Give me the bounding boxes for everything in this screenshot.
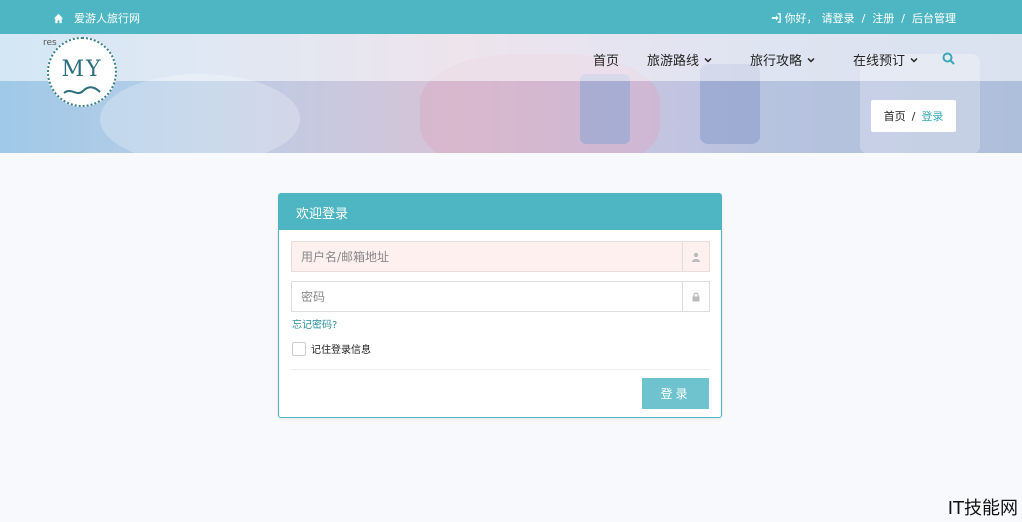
nav-item-label: 首页 [593, 54, 620, 69]
remember-checkbox[interactable] [292, 341, 306, 356]
logo-mark: res [43, 38, 57, 48]
separator: / [861, 11, 866, 25]
nav-item-label: 旅游路线 [647, 54, 700, 69]
home-icon [53, 13, 64, 23]
banner-decoration [580, 74, 630, 144]
greeting-text: 你好， [784, 12, 818, 25]
nav-item-guides[interactable]: 旅行攻略 [750, 50, 815, 69]
lock-icon-addon [682, 282, 709, 311]
lock-icon [692, 291, 700, 301]
separator: / [901, 11, 905, 25]
username-field [291, 241, 710, 272]
divider [291, 369, 710, 370]
admin-link[interactable]: 后台管理 [912, 10, 956, 26]
logo-wave-icon [63, 86, 101, 94]
username-input[interactable] [292, 242, 682, 271]
user-icon [692, 252, 700, 262]
top-bar: 爱游人旅行网 你好， 请登录 / 注册 / 后台管理 [0, 0, 1022, 34]
main-nav: 首页 旅游路线 旅行攻略 在线预订 [0, 50, 1022, 69]
register-link[interactable]: 注册 [872, 10, 894, 26]
forgot-password-link[interactable]: 忘记密码? [292, 316, 337, 331]
nav-item-home[interactable]: 首页 [593, 50, 619, 69]
remember-label: 记住登录信息 [311, 345, 371, 356]
password-field [291, 281, 710, 312]
banner-decoration [100, 74, 300, 153]
watermark: IT技能网 [947, 498, 1018, 519]
login-link[interactable]: 请登录 [822, 10, 855, 26]
login-panel: 欢迎登录 忘记密码? 记住登录信息 登录 [278, 193, 722, 418]
login-panel-title: 欢迎登录 [279, 194, 721, 230]
chevron-down-icon [910, 57, 918, 63]
user-icon-addon [682, 242, 709, 271]
password-input[interactable] [292, 282, 682, 311]
chevron-down-icon [807, 57, 815, 63]
sign-in-icon [771, 13, 781, 23]
nav-item-label: 在线预订 [853, 54, 906, 69]
search-icon[interactable] [942, 52, 955, 65]
nav-item-label: 旅行攻略 [750, 54, 803, 69]
breadcrumb-current: 登录 [921, 110, 944, 123]
breadcrumb-separator: / [911, 109, 916, 123]
account-links: 你好， 请登录 / 注册 / 后台管理 [771, 10, 956, 26]
chevron-down-icon [704, 57, 712, 63]
login-button[interactable]: 登录 [642, 378, 709, 409]
site-name: 爱游人旅行网 [74, 12, 140, 25]
site-home-link[interactable]: 爱游人旅行网 [53, 10, 140, 26]
remember-me[interactable]: 记住登录信息 [292, 341, 371, 356]
nav-item-routes[interactable]: 旅游路线 [647, 50, 712, 69]
nav-item-booking[interactable]: 在线预订 [853, 50, 918, 69]
site-logo[interactable]: MY [47, 37, 117, 107]
breadcrumb-home[interactable]: 首页 [884, 108, 906, 124]
breadcrumb: 首页 / 登录 [871, 100, 956, 132]
